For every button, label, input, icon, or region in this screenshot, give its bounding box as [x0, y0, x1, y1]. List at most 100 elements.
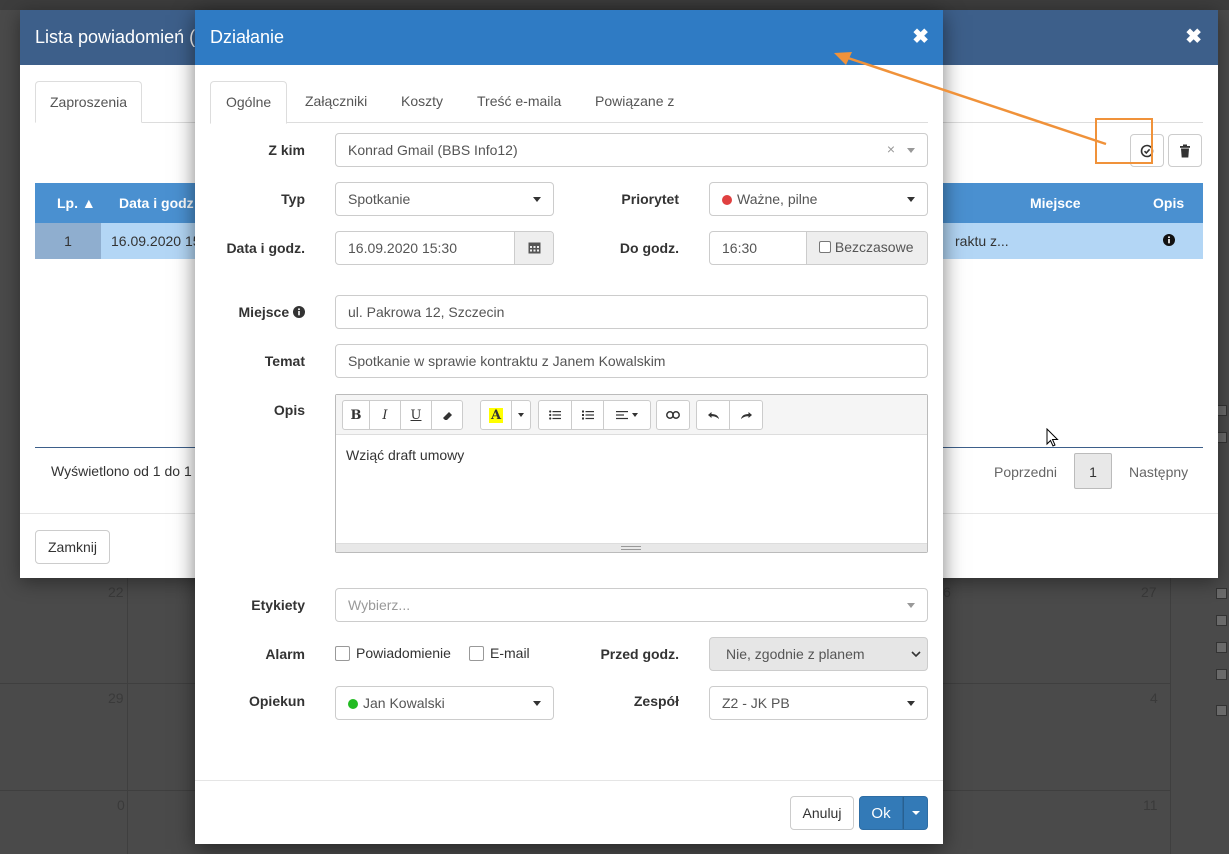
tags-placeholder: Wybierz...: [348, 597, 411, 613]
timeless-checkbox[interactable]: [819, 241, 831, 253]
pager-previous[interactable]: Poprzedni: [994, 464, 1057, 480]
chevron-down-icon: [533, 701, 541, 706]
sort-asc-icon: ▲: [81, 195, 96, 211]
team-value: Z2 - JK PB: [722, 695, 790, 711]
close-icon[interactable]: ✖: [1185, 24, 1202, 49]
owner-value: Jan Kowalski: [363, 695, 445, 711]
background-checkbox: [1216, 705, 1227, 716]
editor-resize-handle[interactable]: [336, 543, 927, 552]
eraser-icon[interactable]: [431, 400, 463, 430]
alarm-email-label: E-mail: [490, 645, 530, 661]
mouse-cursor-icon: [1046, 428, 1059, 447]
end-time-label: Do godz.: [619, 240, 679, 256]
chevron-down-icon: [907, 197, 915, 202]
priority-label: Priorytet: [621, 191, 679, 207]
datetime-input[interactable]: 16.09.2020 15:30: [335, 231, 554, 265]
calendar-day-number: 29: [108, 690, 124, 706]
place-input[interactable]: ul. Pakrowa 12, Szczecin: [335, 295, 928, 329]
type-value: Spotkanie: [348, 191, 411, 207]
column-header-place[interactable]: Miejsce: [1030, 195, 1081, 211]
row-lp: 1: [35, 223, 101, 259]
chevron-down-icon: [907, 603, 915, 608]
clear-icon[interactable]: ×: [887, 141, 895, 157]
delete-button[interactable]: [1168, 134, 1202, 167]
underline-icon[interactable]: U: [400, 400, 432, 430]
column-header-lp[interactable]: Lp. ▲: [57, 195, 96, 211]
place-value: ul. Pakrowa 12, Szczecin: [348, 304, 505, 320]
tab-general[interactable]: Ogólne: [210, 81, 288, 124]
action-modal-title: Działanie: [210, 27, 285, 47]
subject-input[interactable]: Spotkanie w sprawie kontraktu z Janem Ko…: [335, 344, 928, 378]
tab-attachments[interactable]: Załączniki: [290, 81, 382, 121]
priority-select[interactable]: Ważne, pilne: [709, 182, 928, 216]
ok-button[interactable]: Ok: [859, 796, 903, 830]
close-button[interactable]: Zamknij: [35, 530, 111, 564]
tab-costs[interactable]: Koszty: [386, 81, 458, 121]
info-icon[interactable]: [1163, 233, 1175, 249]
timeless-label: Bezczasowe: [834, 239, 914, 255]
chevron-down-icon: [533, 197, 541, 202]
cancel-button[interactable]: Anuluj: [790, 796, 854, 830]
close-icon[interactable]: ✖: [912, 24, 929, 49]
editor-content[interactable]: Wziąć draft umowy: [336, 435, 927, 475]
alarm-notification-checkbox[interactable]: [335, 646, 350, 661]
redo-icon[interactable]: [729, 400, 763, 430]
before-time-label: Przed godz.: [600, 646, 679, 662]
chevron-down-icon: [907, 148, 915, 153]
timeless-addon[interactable]: Bezczasowe: [806, 232, 927, 264]
calendar-day-number: 11: [1143, 797, 1158, 813]
column-header-description[interactable]: Opis: [1153, 195, 1184, 211]
notifications-tabs: Zaproszenia: [35, 81, 143, 123]
background-checkbox: [1216, 615, 1227, 626]
tab-related[interactable]: Powiązane z: [580, 81, 689, 121]
action-tabs: Ogólne Załączniki Koszty Treść e-maila P…: [210, 81, 928, 124]
calendar-button[interactable]: [514, 232, 553, 264]
team-label: Zespół: [633, 693, 679, 709]
align-dropdown-icon[interactable]: [603, 400, 651, 430]
chevron-down-icon: [907, 701, 915, 706]
team-select[interactable]: Z2 - JK PB: [709, 686, 928, 720]
action-modal: Działanie ✖ Ogólne Załączniki Koszty Tre…: [195, 10, 943, 844]
end-time-value: 16:30: [722, 240, 758, 256]
bold-icon[interactable]: B: [342, 400, 370, 430]
description-label: Opis: [273, 402, 305, 418]
background-checkbox: [1216, 642, 1227, 653]
tab-email-content[interactable]: Treść e-maila: [462, 81, 576, 121]
background-checkbox: [1216, 588, 1227, 599]
pager-page-1[interactable]: 1: [1074, 453, 1112, 489]
info-icon[interactable]: [293, 306, 305, 318]
link-icon[interactable]: [656, 400, 690, 430]
owner-select[interactable]: Jan Kowalski: [335, 686, 554, 720]
subject-label: Temat: [264, 353, 305, 369]
bullet-list-icon[interactable]: [538, 400, 572, 430]
grip-icon: [621, 546, 641, 550]
type-select[interactable]: Spotkanie: [335, 182, 554, 216]
calendar-day-number: 6: [943, 584, 951, 600]
calendar-gridline: [127, 578, 128, 854]
chevron-down-icon: [911, 651, 921, 658]
column-header-date[interactable]: Data i godz: [119, 195, 194, 211]
color-dropdown-icon[interactable]: [511, 400, 531, 430]
tags-select[interactable]: Wybierz...: [335, 588, 928, 622]
with-whom-value: Konrad Gmail (BBS Info12): [348, 142, 518, 158]
status-dot-icon: [348, 699, 358, 709]
numbered-list-icon[interactable]: [571, 400, 604, 430]
tags-label: Etykiety: [251, 597, 305, 613]
before-time-value: Nie, zgodnie z planem: [726, 646, 865, 662]
highlight-color-icon[interactable]: A: [480, 400, 512, 430]
end-time-input[interactable]: 16:30 Bezczasowe: [709, 231, 928, 265]
calendar-day-number: 4: [1150, 690, 1158, 706]
alarm-label: Alarm: [265, 646, 305, 662]
undo-icon[interactable]: [696, 400, 730, 430]
description-editor[interactable]: B I U A Wziąć draft umowy: [335, 394, 928, 553]
before-time-select[interactable]: Nie, zgodnie z planem: [709, 637, 928, 671]
with-whom-select[interactable]: Konrad Gmail (BBS Info12) ×: [335, 133, 928, 167]
row-date: 16.09.2020 15: [111, 233, 201, 249]
ok-dropdown-button[interactable]: [903, 796, 928, 830]
alarm-email-checkbox[interactable]: [469, 646, 484, 661]
pager-next[interactable]: Następny: [1129, 464, 1188, 480]
italic-icon[interactable]: I: [369, 400, 401, 430]
tab-invitations[interactable]: Zaproszenia: [35, 81, 143, 123]
annotation-highlight-box: [1095, 118, 1153, 164]
calendar-day-number: 22: [108, 584, 124, 600]
